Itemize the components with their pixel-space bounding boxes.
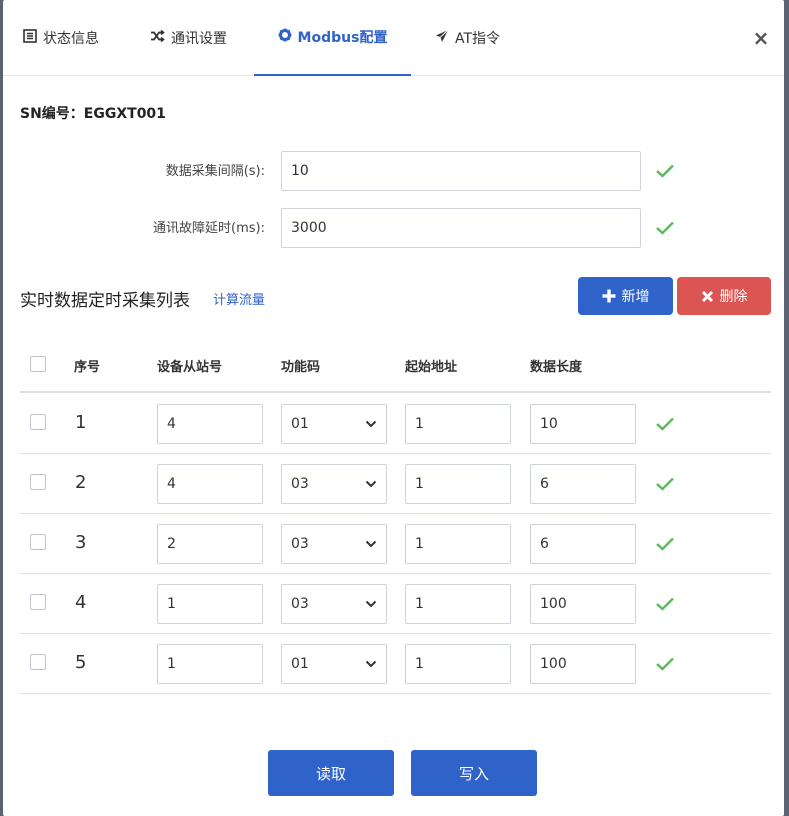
read-button[interactable]: 读取 <box>268 750 394 796</box>
timeout-input[interactable] <box>281 208 641 248</box>
plus-icon <box>602 289 616 303</box>
function-code-select[interactable]: 01 <box>281 644 387 684</box>
close-icon[interactable]: × <box>751 26 771 50</box>
data-length-input[interactable]: 6 <box>530 464 636 504</box>
add-button-label: 新增 <box>621 289 650 305</box>
tab-label: AT指令 <box>455 31 501 47</box>
tab-at-command[interactable]: AT指令 <box>435 0 500 76</box>
slave-id-input[interactable]: 4 <box>157 464 263 504</box>
modbus-config-dialog: 状态信息 通讯设置 Modbus配置 AT指令 × SN编号：EGGXT001 … <box>3 0 784 816</box>
start-address-input[interactable]: 1 <box>405 464 511 504</box>
slave-id-input[interactable]: 1 <box>157 584 263 624</box>
function-code-select[interactable]: 01 <box>281 404 387 444</box>
header-start-address: 起始地址 <box>405 360 458 375</box>
row-index: 2 <box>75 472 87 493</box>
slave-id-input[interactable]: 2 <box>157 524 263 564</box>
interval-label: 数据采集间隔(s): <box>165 164 265 179</box>
check-icon <box>655 163 675 179</box>
tab-status-info[interactable]: 状态信息 <box>23 0 99 76</box>
function-code-select[interactable]: 03 <box>281 584 387 624</box>
data-length-input[interactable]: 100 <box>530 584 636 624</box>
serial-number: SN编号：EGGXT001 <box>20 106 166 122</box>
function-code-value: 01 <box>291 656 309 672</box>
check-icon <box>655 416 675 432</box>
tab-communication-settings[interactable]: 通讯设置 <box>150 0 227 76</box>
tab-label: 通讯设置 <box>171 31 227 47</box>
header-slave-id: 设备从站号 <box>157 360 223 375</box>
row-index: 5 <box>75 652 87 673</box>
function-code-value: 03 <box>291 476 309 492</box>
row-checkbox[interactable] <box>30 414 46 430</box>
data-length-input[interactable]: 100 <box>530 644 636 684</box>
calc-flow-link[interactable]: 计算流量 <box>213 289 265 308</box>
slave-id-input[interactable]: 4 <box>157 404 263 444</box>
check-icon <box>655 596 675 612</box>
function-code-select[interactable]: 03 <box>281 464 387 504</box>
tab-label: Modbus配置 <box>297 30 388 46</box>
collection-list-title: 实时数据定时采集列表 <box>20 291 190 311</box>
function-code-value: 01 <box>291 416 309 432</box>
check-icon <box>655 536 675 552</box>
shuffle-icon <box>150 29 171 47</box>
start-address-input[interactable]: 1 <box>405 404 511 444</box>
table-row: 2 4 03 1 6 <box>20 454 771 514</box>
gear-icon <box>278 28 298 46</box>
table-row: 3 2 03 1 6 <box>20 514 771 574</box>
header-data-length: 数据长度 <box>530 360 583 375</box>
start-address-input[interactable]: 1 <box>405 584 511 624</box>
function-code-value: 03 <box>291 596 309 612</box>
chevron-down-icon <box>365 656 377 672</box>
header-index: 序号 <box>74 360 101 375</box>
tab-bar: 状态信息 通讯设置 Modbus配置 AT指令 × <box>3 0 784 76</box>
delete-button[interactable]: 删除 <box>677 277 771 315</box>
row-checkbox[interactable] <box>30 594 46 610</box>
send-icon <box>435 29 455 47</box>
row-index: 1 <box>75 412 87 433</box>
list-icon <box>23 29 43 47</box>
table-row: 4 1 03 1 100 <box>20 574 771 634</box>
check-icon <box>655 220 675 236</box>
row-checkbox[interactable] <box>30 534 46 550</box>
row-checkbox[interactable] <box>30 474 46 490</box>
row-checkbox[interactable] <box>30 654 46 670</box>
table-row: 5 1 01 1 100 <box>20 634 771 694</box>
table-header: 序号 设备从站号 功能码 起始地址 数据长度 <box>20 334 771 393</box>
row-index: 3 <box>75 532 87 553</box>
start-address-input[interactable]: 1 <box>405 644 511 684</box>
function-code-value: 03 <box>291 536 309 552</box>
chevron-down-icon <box>365 536 377 552</box>
tab-label: 状态信息 <box>43 31 99 47</box>
check-icon <box>655 476 675 492</box>
write-button[interactable]: 写入 <box>411 750 537 796</box>
close-icon <box>701 290 714 303</box>
delete-button-label: 删除 <box>719 289 748 305</box>
table-row: 1 4 01 1 10 <box>20 394 771 454</box>
select-all-checkbox[interactable] <box>30 356 46 372</box>
check-icon <box>655 656 675 672</box>
function-code-select[interactable]: 03 <box>281 524 387 564</box>
timeout-label: 通讯故障延时(ms): <box>153 221 265 236</box>
data-length-input[interactable]: 6 <box>530 524 636 564</box>
chevron-down-icon <box>365 416 377 432</box>
add-button[interactable]: 新增 <box>578 277 673 315</box>
chevron-down-icon <box>365 596 377 612</box>
start-address-input[interactable]: 1 <box>405 524 511 564</box>
interval-input[interactable] <box>281 151 641 191</box>
row-index: 4 <box>75 592 87 613</box>
data-length-input[interactable]: 10 <box>530 404 636 444</box>
header-function-code: 功能码 <box>281 360 321 375</box>
tab-modbus-config[interactable]: Modbus配置 <box>254 0 411 76</box>
slave-id-input[interactable]: 1 <box>157 644 263 684</box>
chevron-down-icon <box>365 476 377 492</box>
